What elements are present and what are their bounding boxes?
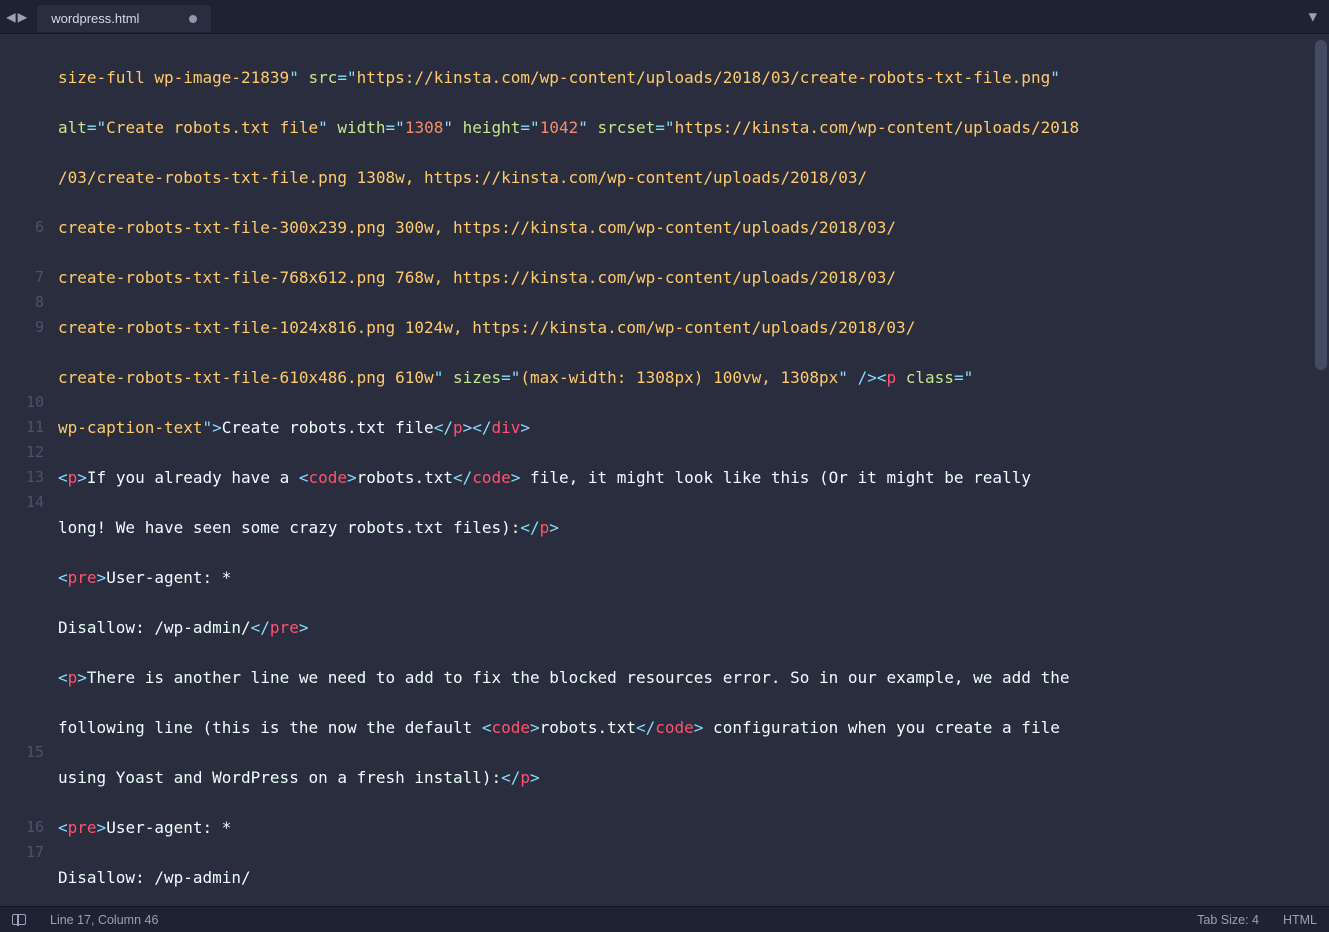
tab-size[interactable]: Tab Size: 4	[1197, 913, 1259, 927]
vertical-scrollbar[interactable]	[1315, 40, 1327, 900]
nav-back-icon[interactable]: ◀	[6, 7, 16, 26]
syntax-mode[interactable]: HTML	[1283, 913, 1317, 927]
titlebar: ◀ ▶ wordpress.html ▼	[0, 0, 1329, 34]
tab-filename: wordpress.html	[51, 11, 139, 26]
panel-icon[interactable]	[12, 914, 26, 925]
code-area[interactable]: size-full wp-image-21839" src="https://k…	[54, 34, 1329, 906]
editor-window: ◀ ▶ wordpress.html ▼ 6789101112131415161…	[0, 0, 1329, 932]
scroll-thumb[interactable]	[1315, 40, 1327, 370]
nav-forward-icon[interactable]: ▶	[18, 7, 28, 26]
cursor-position[interactable]: Line 17, Column 46	[50, 913, 158, 927]
line-gutter: 67891011121314151617	[0, 34, 54, 906]
file-tab[interactable]: wordpress.html	[37, 5, 211, 32]
dirty-indicator-icon	[189, 15, 197, 23]
tab-menu-icon[interactable]: ▼	[1309, 9, 1317, 25]
code-editor[interactable]: 67891011121314151617 size-full wp-image-…	[0, 34, 1329, 906]
statusbar: Line 17, Column 46 Tab Size: 4 HTML	[0, 906, 1329, 932]
